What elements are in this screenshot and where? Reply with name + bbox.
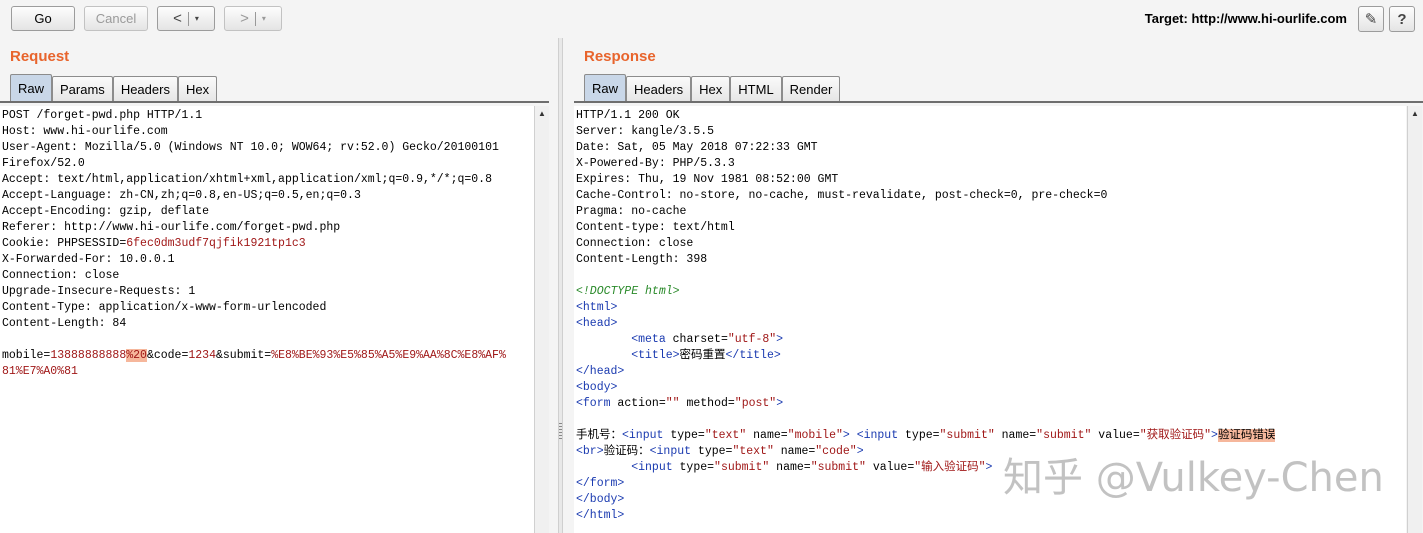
request-tab-headers[interactable]: Headers (112, 76, 178, 101)
response-tab-html[interactable]: HTML (730, 76, 782, 101)
request-tab-hex[interactable]: Hex (177, 76, 218, 101)
response-tab-underline (574, 101, 1423, 103)
response-tab-render[interactable]: Render (781, 76, 841, 101)
error-message-highlight: 验证码错误 (1217, 429, 1276, 442)
target-url: http://www.hi-ourlife.com (1191, 11, 1347, 26)
scroll-up-icon[interactable]: ▲ (535, 106, 549, 120)
request-text: POST /forget-pwd.php HTTP/1.1 Host: www.… (2, 109, 506, 378)
forward-button[interactable]: > ▾ (224, 6, 282, 31)
response-title: Response (584, 48, 656, 65)
edit-target-icon[interactable]: ✎ (1358, 6, 1384, 32)
request-tabs: Raw Params Headers Hex (10, 74, 218, 103)
back-arrow-icon: < (173, 10, 182, 27)
back-dropdown-icon[interactable]: ▾ (195, 14, 199, 23)
forward-dropdown-icon[interactable]: ▾ (262, 14, 266, 23)
target-display: Target: http://www.hi-ourlife.com (1145, 11, 1347, 26)
injected-space-highlight: %20 (126, 349, 147, 362)
request-editor[interactable]: POST /forget-pwd.php HTTP/1.1 Host: www.… (0, 106, 534, 533)
response-tabs: Raw Headers Hex HTML Render (584, 74, 841, 103)
scroll-up-icon[interactable]: ▲ (1408, 106, 1422, 120)
request-title: Request (10, 48, 70, 65)
target-label: Target: (1144, 11, 1188, 26)
forward-arrow-icon: > (240, 10, 249, 27)
back-button[interactable]: < ▾ (157, 6, 215, 31)
request-tab-raw[interactable]: Raw (10, 74, 53, 101)
response-tab-headers[interactable]: Headers (626, 76, 692, 101)
cancel-button[interactable]: Cancel (84, 6, 148, 31)
go-button[interactable]: Go (11, 6, 75, 31)
help-icon[interactable]: ? (1389, 6, 1415, 32)
request-scrollbar[interactable]: ▲ (534, 106, 549, 533)
request-tab-params[interactable]: Params (52, 76, 113, 101)
response-tab-raw[interactable]: Raw (584, 74, 627, 101)
watermark: 知乎 @Vulkey-Chen (1003, 455, 1384, 501)
toolbar: Go Cancel < ▾ > ▾ Target: http://www.hi-ou… (0, 0, 1423, 38)
pane-divider[interactable] (558, 38, 563, 533)
response-tab-hex[interactable]: Hex (691, 76, 731, 101)
request-tab-underline (0, 101, 549, 103)
response-scrollbar[interactable]: ▲ (1407, 106, 1422, 533)
